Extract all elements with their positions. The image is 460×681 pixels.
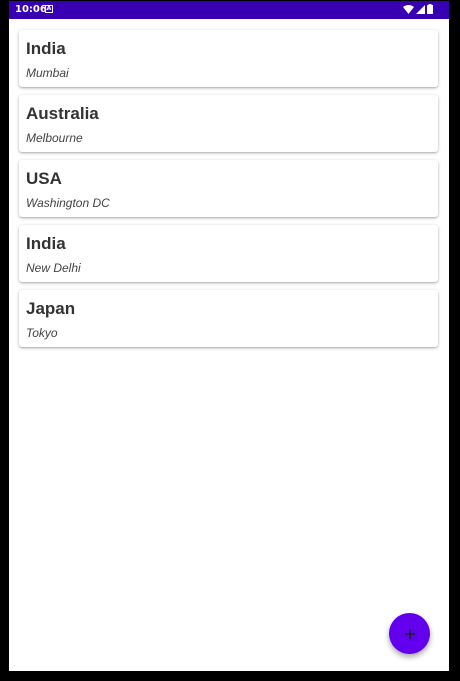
- list-item[interactable]: USA Washington DC: [19, 160, 438, 217]
- app-screen: 10:06 A India Mumbai Australia Melbourne…: [9, 1, 449, 671]
- country-name: Australia: [26, 104, 99, 123]
- app-notification-icon: A: [45, 5, 53, 13]
- location-list: India Mumbai Australia Melbourne USA Was…: [19, 30, 438, 355]
- country-name: India: [26, 234, 66, 253]
- status-time: 10:06: [15, 4, 47, 15]
- list-item[interactable]: India Mumbai: [19, 30, 438, 87]
- city-name: Mumbai: [26, 66, 69, 80]
- city-name: Tokyo: [26, 326, 58, 340]
- list-item[interactable]: India New Delhi: [19, 225, 438, 282]
- country-name: USA: [26, 169, 62, 188]
- cell-signal-icon: [416, 4, 425, 14]
- wifi-icon: [403, 4, 414, 14]
- status-bar: 10:06 A: [9, 1, 449, 19]
- city-name: Melbourne: [26, 131, 83, 145]
- country-name: Japan: [26, 299, 76, 318]
- country-name: India: [26, 39, 66, 58]
- add-location-button[interactable]: [389, 613, 430, 654]
- city-name: Washington DC: [26, 196, 110, 210]
- city-name: New Delhi: [26, 261, 81, 275]
- battery-icon: [427, 4, 433, 14]
- list-item[interactable]: Japan Tokyo: [19, 290, 438, 347]
- status-icons: [403, 4, 433, 14]
- list-item[interactable]: Australia Melbourne: [19, 95, 438, 152]
- plus-icon: [404, 628, 415, 639]
